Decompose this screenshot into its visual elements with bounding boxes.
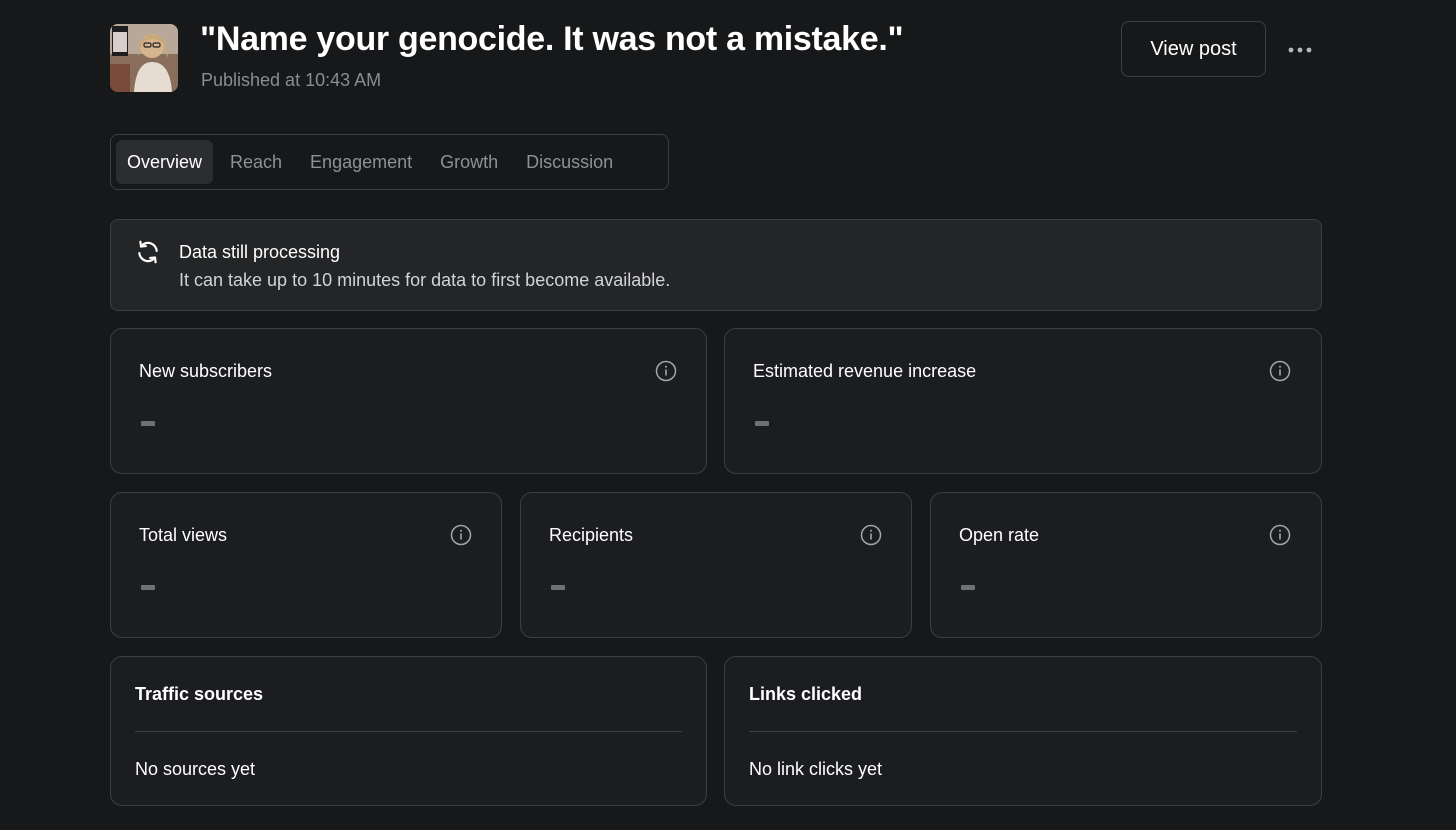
info-icon[interactable] <box>450 524 472 546</box>
info-icon[interactable] <box>655 360 677 382</box>
processing-notice: Data still processing It can take up to … <box>110 219 1322 311</box>
view-post-button[interactable]: View post <box>1121 21 1266 77</box>
post-thumbnail-image <box>110 24 178 92</box>
metric-label: Total views <box>139 525 228 545</box>
estimated-revenue-card: Estimated revenue increase – <box>724 328 1322 474</box>
traffic-sources-card: Traffic sources No sources yet <box>110 656 707 806</box>
links-clicked-card: Links clicked No link clicks yet <box>724 656 1322 806</box>
links-clicked-empty: No link clicks yet <box>749 759 883 779</box>
divider <box>135 731 682 732</box>
metric-value-placeholder: – <box>551 585 565 590</box>
metric-label: Open rate <box>959 525 1040 545</box>
total-views-card: Total views – <box>110 492 502 638</box>
metric-value-placeholder: – <box>141 421 155 426</box>
new-subscribers-card: New subscribers – <box>110 328 707 474</box>
metric-label: New subscribers <box>139 361 273 381</box>
refresh-icon <box>138 240 158 264</box>
tab-discussion[interactable]: Discussion <box>515 140 624 184</box>
tab-engagement[interactable]: Engagement <box>299 140 423 184</box>
metric-label: Recipients <box>549 525 634 545</box>
links-clicked-title: Links clicked <box>749 684 863 704</box>
more-horizontal-icon <box>1288 47 1312 53</box>
tab-growth[interactable]: Growth <box>429 140 509 184</box>
info-icon[interactable] <box>860 524 882 546</box>
metric-value-placeholder: – <box>961 585 975 590</box>
metric-value-placeholder: – <box>141 585 155 590</box>
metric-label: Estimated revenue increase <box>753 361 977 381</box>
published-time: Published at 10:43 AM <box>201 70 382 90</box>
post-title: "Name your genocide. It was not a mistak… <box>200 20 904 58</box>
recipients-card: Recipients – <box>520 492 912 638</box>
divider <box>749 731 1297 732</box>
traffic-sources-title: Traffic sources <box>135 684 264 704</box>
notice-text: It can take up to 10 minutes for data to… <box>179 270 671 290</box>
stats-tabs: Overview Reach Engagement Growth Discuss… <box>110 134 669 190</box>
traffic-sources-empty: No sources yet <box>135 759 256 779</box>
notice-title: Data still processing <box>179 242 341 262</box>
tab-overview[interactable]: Overview <box>116 140 214 184</box>
info-icon[interactable] <box>1269 524 1291 546</box>
open-rate-card: Open rate – <box>930 492 1322 638</box>
post-stats-page: "Name your genocide. It was not a mistak… <box>0 0 1456 830</box>
post-thumbnail <box>110 24 178 92</box>
info-icon[interactable] <box>1269 360 1291 382</box>
metric-value-placeholder: – <box>755 421 769 426</box>
more-options-button[interactable] <box>1282 36 1318 64</box>
tab-reach[interactable]: Reach <box>219 140 293 184</box>
